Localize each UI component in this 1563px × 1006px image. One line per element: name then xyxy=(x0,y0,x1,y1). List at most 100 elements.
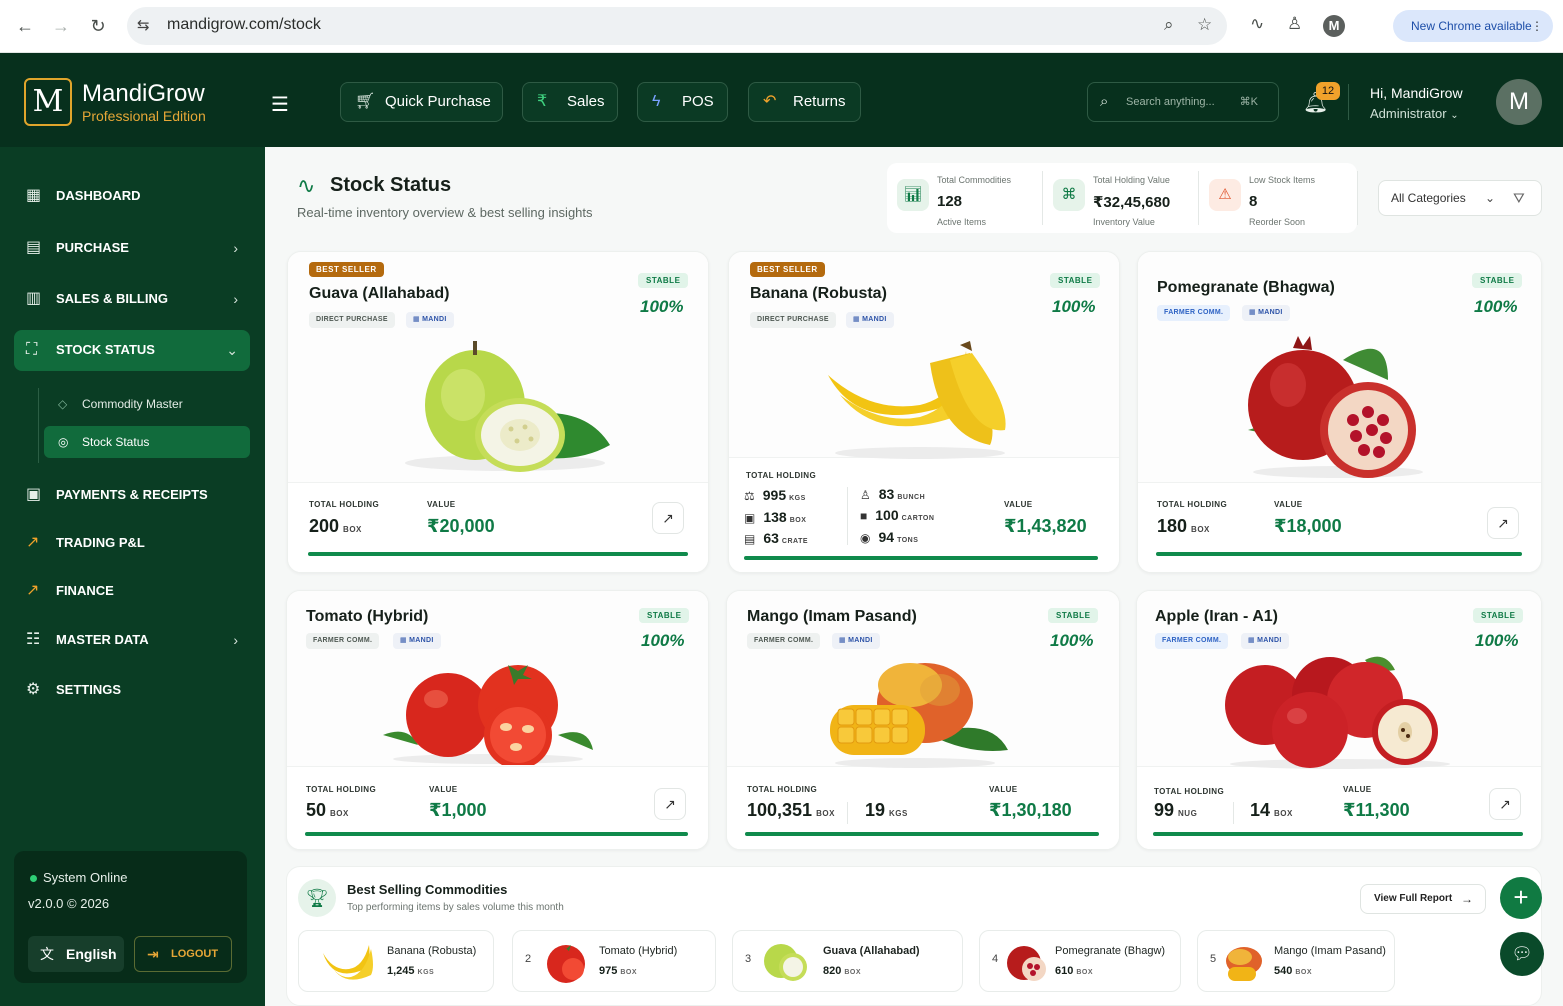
logout-button[interactable]: ⇥ LOGOUT xyxy=(134,936,232,972)
qty-unit: KGS xyxy=(417,969,435,976)
source-tag: FARMER COMM. xyxy=(1155,633,1229,649)
arrow-right-icon: → xyxy=(1461,892,1473,906)
url-text[interactable]: mandigrow.com/stock xyxy=(167,16,321,34)
weight-icon: ◉ xyxy=(860,531,871,545)
holding-qty: 200 xyxy=(309,516,340,536)
sidebar-item-purchase[interactable]: ▤ PURCHASE › xyxy=(14,228,250,268)
source-tag: FARMER COMM. xyxy=(747,633,821,649)
arrow-up-right-icon: ↗ xyxy=(1497,515,1509,531)
stable-badge: STABLE xyxy=(1473,608,1524,623)
zoom-search-icon[interactable]: ⌕ xyxy=(1164,15,1174,35)
trend-button[interactable]: ↗ xyxy=(1489,788,1521,820)
user-greeting[interactable]: Hi, MandiGrow xyxy=(1370,85,1463,101)
holding-line: ♙ 83 BUNCH xyxy=(860,486,925,502)
grid-icon: ▦ xyxy=(26,187,42,204)
best-selling-item[interactable]: 4 Pomegranate (Bhagw) 610 BOX xyxy=(979,930,1181,992)
qty-value: 820 xyxy=(823,965,842,977)
pos-button[interactable]: ϟ POS xyxy=(637,82,728,122)
browser-profile-avatar[interactable]: M xyxy=(1323,15,1345,37)
holding-qty: 19 xyxy=(865,800,886,820)
best-selling-item[interactable]: 2 Tomato (Hybrid) 975 BOX xyxy=(512,930,716,992)
sidebar-item-payments-receipts[interactable]: ▣ PAYMENTS & RECEIPTS xyxy=(14,475,250,515)
more-vert-icon[interactable]: ⋮ xyxy=(1531,10,1543,42)
apple-image xyxy=(1225,656,1450,769)
sidebar-subitem-commodity-master[interactable]: ◇ Commodity Master xyxy=(44,388,250,420)
cart-icon: 🛒︎ xyxy=(355,93,376,110)
sidebar-item-settings[interactable]: ⚙ SETTINGS xyxy=(14,670,250,710)
returns-button[interactable]: ↶ Returns xyxy=(748,82,861,122)
trend-button[interactable]: ↗ xyxy=(654,788,686,820)
stable-badge: STABLE xyxy=(1048,608,1099,623)
sidebar-item-finance[interactable]: ↗ FINANCE xyxy=(14,571,250,611)
sidebar-item-trading-pl[interactable]: ↗ TRADING P&L xyxy=(14,523,250,563)
mandi-tag: ▦ MANDI xyxy=(1241,633,1289,649)
reload-icon[interactable]: ↻ xyxy=(86,14,110,38)
commodity-name: Banana (Robusta) xyxy=(750,285,887,302)
language-label: English xyxy=(66,946,117,962)
extension-icon[interactable]: ♙ xyxy=(1287,14,1302,34)
best-seller-badge: BEST SELLER xyxy=(309,262,384,277)
holding-quantity-secondary: 14 BOX xyxy=(1250,800,1293,821)
sales-button[interactable]: ₹ Sales xyxy=(522,82,618,122)
best-selling-subtitle: Top performing items by sales volume thi… xyxy=(347,902,564,913)
menu-toggle-icon[interactable]: ☰ xyxy=(271,92,289,117)
value-label: VALUE xyxy=(1004,500,1033,509)
pomegranate-thumb xyxy=(1007,946,1046,981)
stock-level-bar xyxy=(308,552,688,556)
holding-value: ₹1,000 xyxy=(429,800,487,820)
scale-icon: ⚖ xyxy=(744,489,755,503)
holding-qty: 83 xyxy=(878,486,895,502)
best-selling-item[interactable]: Banana (Robusta) 1,245 KGS xyxy=(298,930,494,992)
card-footer xyxy=(287,766,708,849)
best-selling-item[interactable]: 3 Guava (Allahabad) 820 BOX xyxy=(732,930,963,992)
global-search-input[interactable]: ⌕ Search anything... ⌘K xyxy=(1087,82,1279,122)
stat-foot: Inventory Value xyxy=(1093,217,1155,227)
carton-icon: ■ xyxy=(860,509,868,523)
wallet-icon: ▣ xyxy=(26,486,42,503)
stock-percent: 100% xyxy=(640,297,684,316)
brand-logo[interactable]: M xyxy=(24,78,72,126)
best-selling-name: Banana (Robusta) xyxy=(387,945,477,957)
trend-button[interactable]: ↗ xyxy=(652,502,684,534)
sidebar-subitem-stock-status[interactable]: ◎ Stock Status xyxy=(44,426,250,458)
chat-icon[interactable]: 💬︎ xyxy=(1500,932,1544,976)
avatar[interactable]: M xyxy=(1496,79,1542,125)
back-icon[interactable]: ← xyxy=(13,14,37,38)
trend-button[interactable]: ↗ xyxy=(1487,507,1519,539)
stock-level-bar xyxy=(305,832,688,836)
stock-percent: 100% xyxy=(1474,297,1518,316)
sidebar-item-master-data[interactable]: ☷ MASTER DATA › xyxy=(14,620,250,660)
quick-purchase-button[interactable]: 🛒︎ Quick Purchase xyxy=(340,82,503,122)
total-holding-label: TOTAL HOLDING xyxy=(309,500,380,509)
filter-icon[interactable]: ⛛ xyxy=(1513,181,1525,215)
holding-unit: TONS xyxy=(897,537,919,544)
add-button[interactable]: + xyxy=(1500,877,1542,919)
sidebar-item-label: TRADING P&L xyxy=(56,535,145,550)
holding-quantity: 180 BOX xyxy=(1157,516,1210,537)
language-button[interactable]: 文 English xyxy=(28,936,124,972)
sidebar-item-stock-status[interactable]: ⛶ STOCK STATUS ⌄ xyxy=(14,330,250,371)
activity-icon[interactable]: ∿ xyxy=(1250,14,1264,34)
best-selling-qty: 1,245 KGS xyxy=(387,965,434,977)
brand-edition: Professional Edition xyxy=(82,108,206,124)
bookmark-star-icon[interactable]: ☆ xyxy=(1197,15,1212,35)
submenu-line xyxy=(38,388,39,463)
stock-level-bar xyxy=(744,556,1098,560)
forward-icon[interactable]: → xyxy=(49,14,73,38)
best-selling-item[interactable]: 5 Mango (Imam Pasand) 540 BOX xyxy=(1197,930,1395,992)
site-settings-icon[interactable]: ⇆ xyxy=(137,16,150,34)
pos-label: POS xyxy=(682,93,714,110)
user-role[interactable]: Administrator ⌄ xyxy=(1370,106,1459,121)
qty-unit: BOX xyxy=(1076,969,1094,976)
qty-unit: BOX xyxy=(1295,969,1313,976)
address-bar[interactable]: ⇆ mandigrow.com/stock ⌕ ☆ xyxy=(127,7,1227,45)
view-full-report-button[interactable]: View Full Report → xyxy=(1360,884,1486,914)
chevron-down-icon: ⌄ xyxy=(1485,191,1496,205)
new-chrome-button[interactable]: New Chrome available ⋮ xyxy=(1393,10,1553,42)
category-select[interactable]: All Categories ⌄ ⛛ xyxy=(1378,180,1542,216)
sidebar-item-dashboard[interactable]: ▦ DASHBOARD xyxy=(14,176,250,216)
stat-divider xyxy=(1357,171,1358,225)
translate-icon: 文 xyxy=(40,946,54,962)
holding-quantity: 100,351 BOX xyxy=(747,800,835,821)
sidebar-item-sales-billing[interactable]: ▥ SALES & BILLING › xyxy=(14,279,250,319)
